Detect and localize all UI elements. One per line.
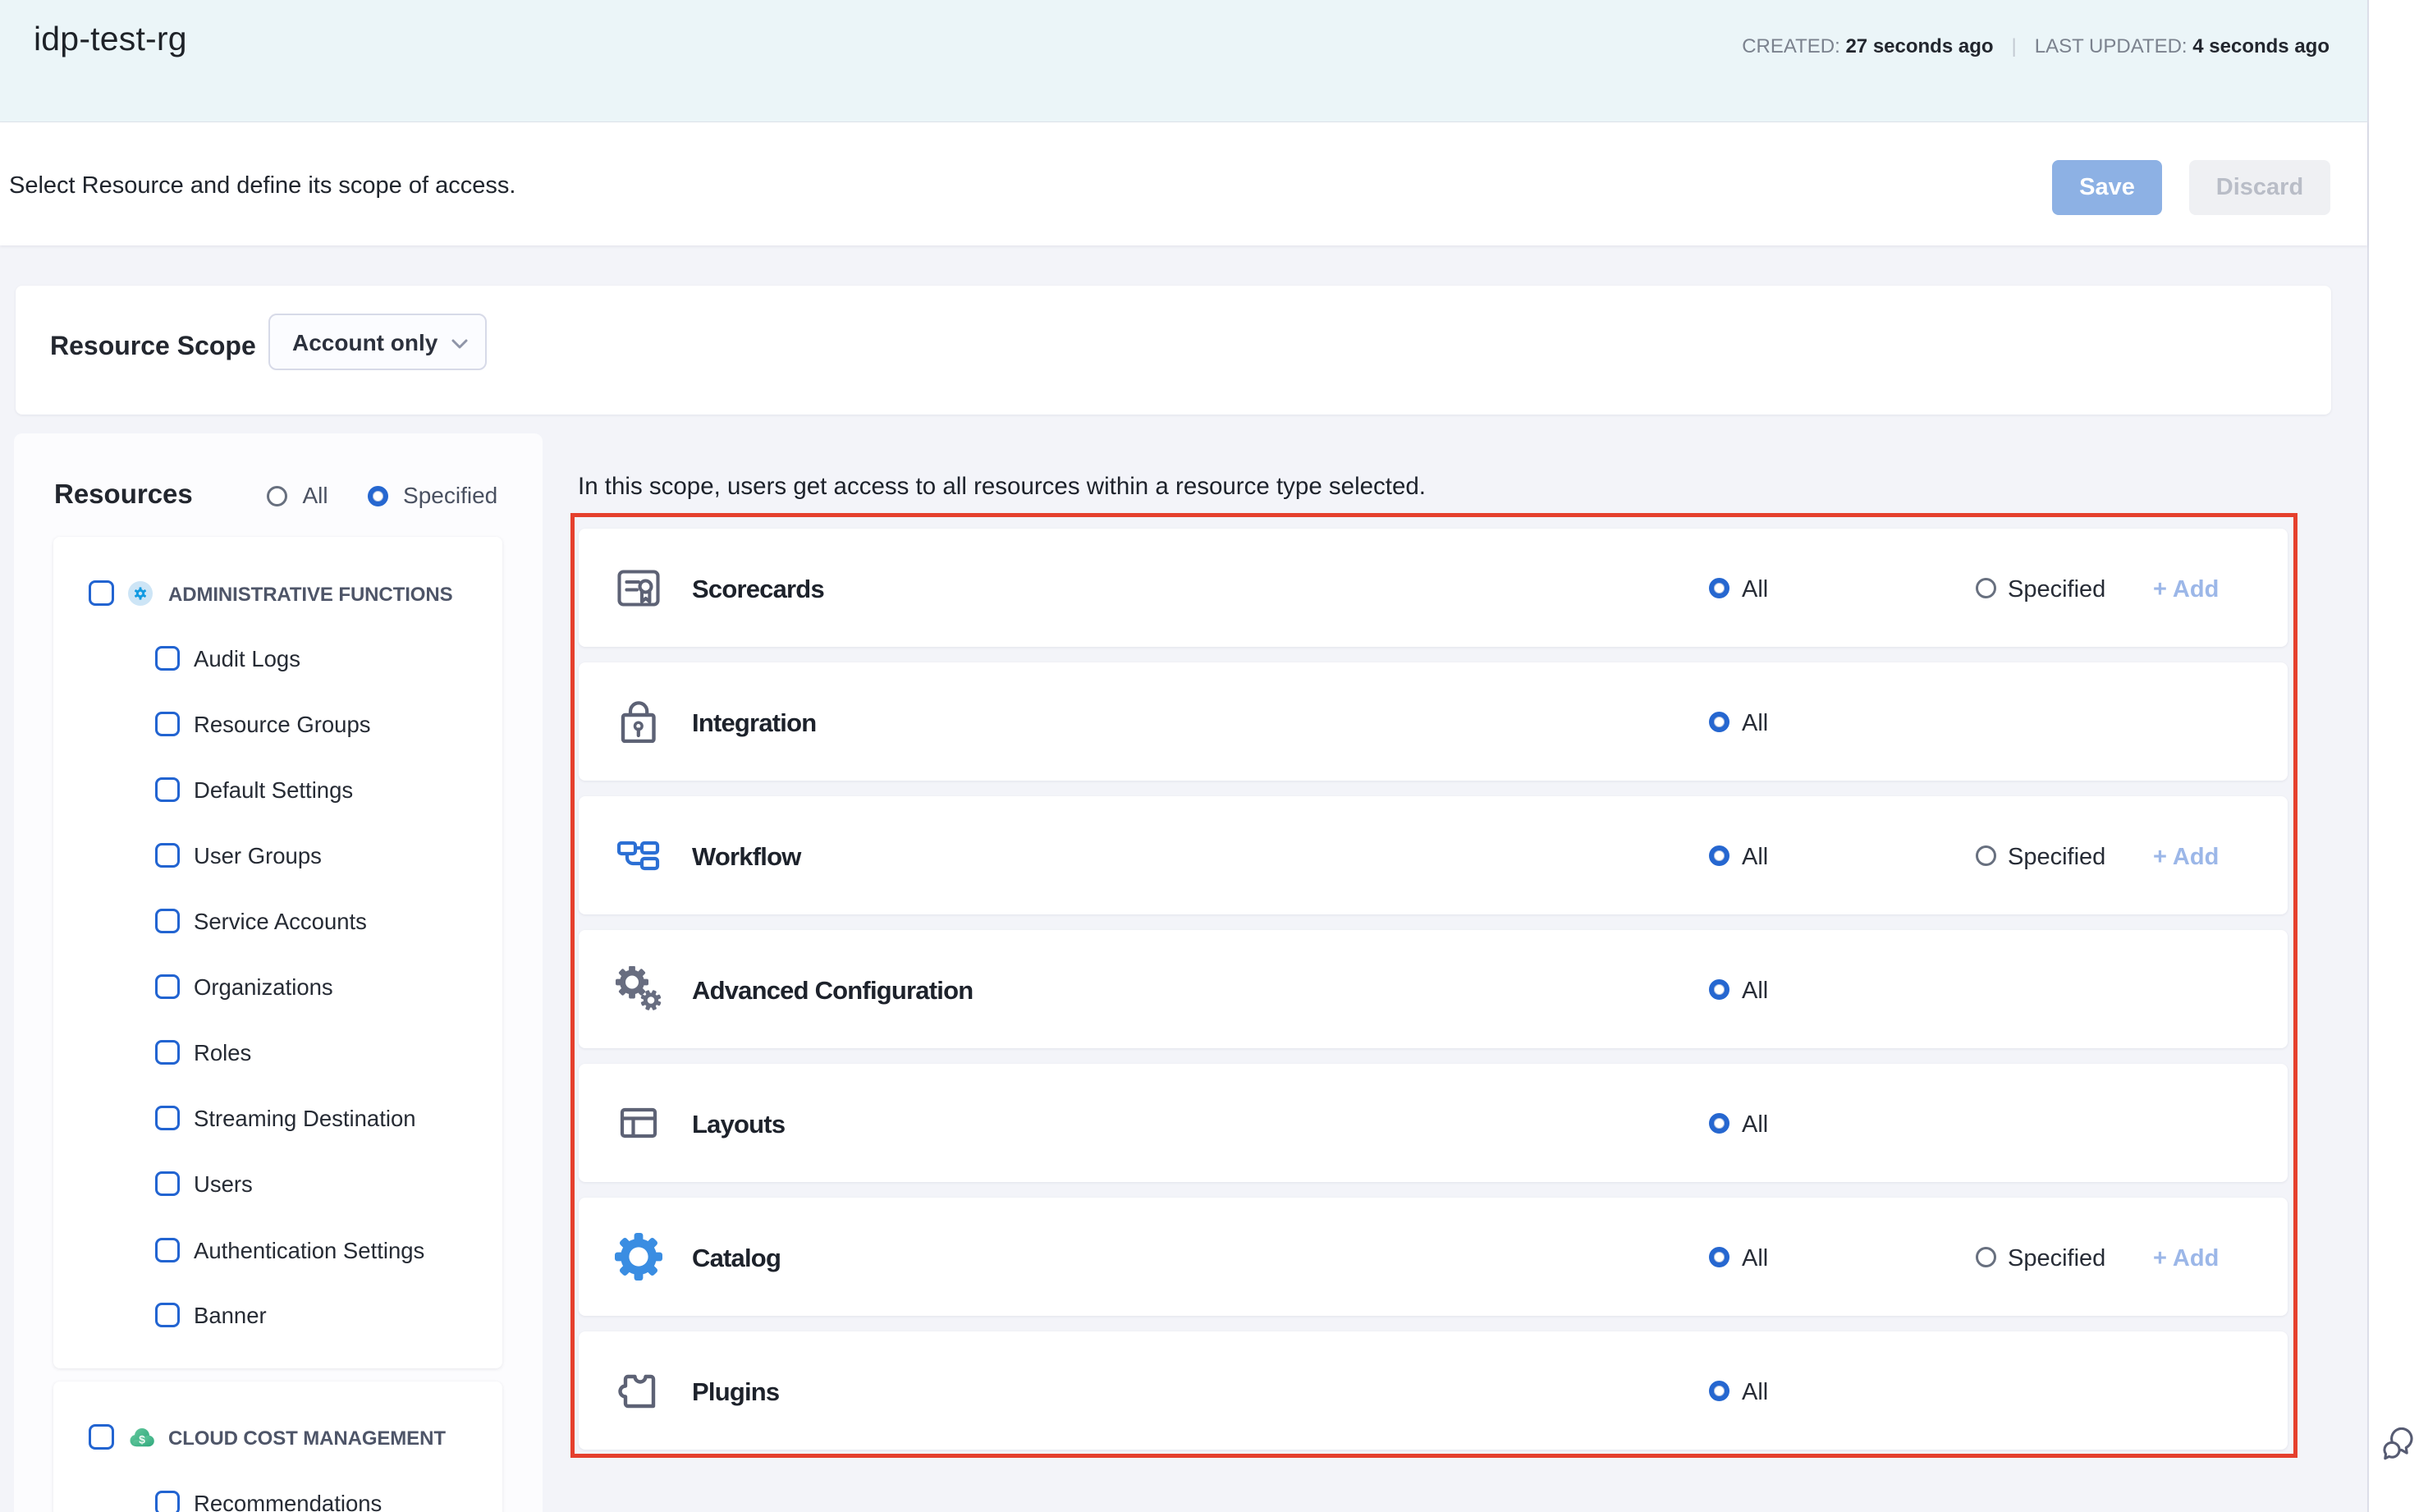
svg-text:$: $: [139, 1433, 145, 1446]
